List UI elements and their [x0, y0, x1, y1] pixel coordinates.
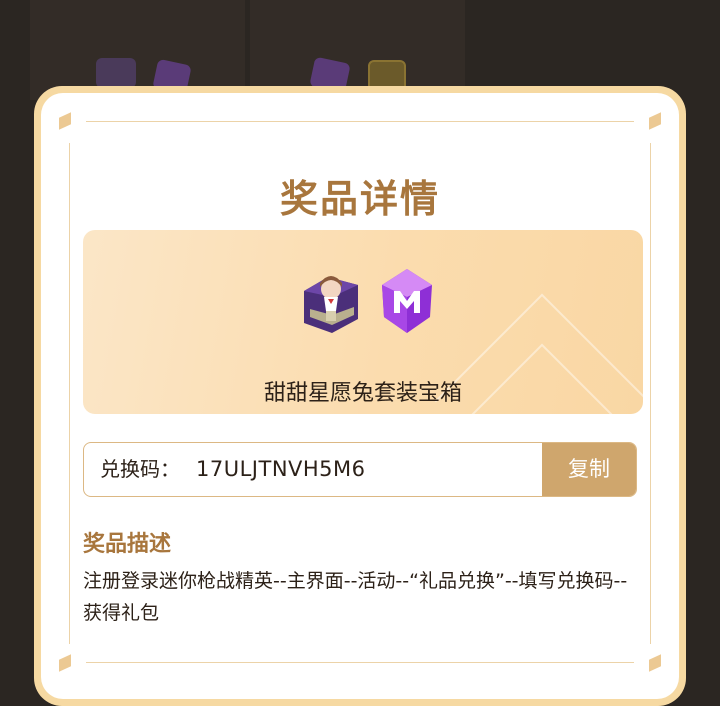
description-heading: 奖品描述 — [83, 532, 172, 557]
corner-ornament-icon — [649, 112, 661, 130]
frame-divider — [86, 662, 634, 663]
prize-card: 甜甜星愿兔套装宝箱 — [83, 230, 643, 414]
treasure-chest-icon — [304, 276, 358, 333]
corner-ornament-icon — [59, 654, 71, 672]
modal-title: 奖品详情 — [279, 177, 440, 221]
background-card-1 — [30, 0, 245, 100]
background-chest-icon — [96, 58, 136, 88]
redeem-code-value[interactable]: 17ULJTNVH5M6 — [196, 443, 366, 496]
redeem-code-box: 兑换码： 17ULJTNVH5M6 复制 — [83, 442, 637, 497]
prize-detail-modal: 奖品详情 甜甜星愿兔套装宝箱 兑换码： 17ULJTNVH5M6 复制 奖品描述… — [34, 86, 686, 706]
corner-ornament-icon — [649, 654, 661, 672]
redeem-code-label: 兑换码： — [100, 457, 180, 481]
background-card-2 — [250, 0, 465, 100]
corner-ornament-icon — [59, 112, 71, 130]
description-text: 注册登录迷你枪战精英--主界面--活动--“礼品兑换”--填写兑换码--获得礼包 — [83, 570, 628, 624]
prize-icons — [298, 263, 438, 338]
frame-divider — [86, 121, 634, 122]
purple-gem-icon — [382, 269, 432, 333]
prize-name: 甜甜星愿兔套装宝箱 — [263, 381, 462, 406]
copy-button[interactable]: 复制 — [542, 443, 636, 496]
modal-content: 奖品详情 甜甜星愿兔套装宝箱 兑换码： 17ULJTNVH5M6 复制 奖品描述… — [41, 93, 679, 699]
